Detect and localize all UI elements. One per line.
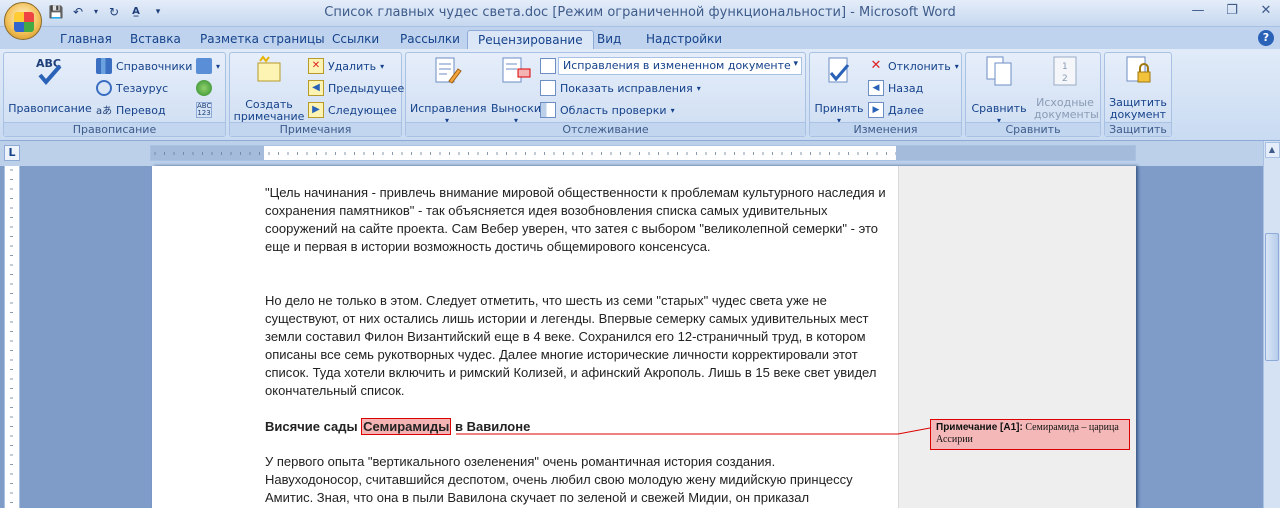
section-heading[interactable]: Висячие сады Семирамиды в Вавилоне <box>265 418 890 436</box>
horizontal-ruler[interactable] <box>150 145 1136 161</box>
thesaurus-button[interactable]: Тезаурус <box>96 79 168 97</box>
previous-comment-button[interactable]: ◀ Предыдущее <box>308 79 404 97</box>
window-controls: — ❐ ✕ <box>1188 2 1276 20</box>
abc-check-icon: ABC <box>36 57 62 86</box>
compare-icon <box>986 56 1012 86</box>
tab-selector[interactable]: L <box>4 145 20 161</box>
paragraph-1[interactable]: "Цель начинания - привлечь внимание миро… <box>265 184 890 256</box>
ribbon: ABC Правописание Справочники Тезаурус aあ… <box>0 49 1280 141</box>
word-count-icon: ABC 123 <box>196 102 212 118</box>
next-comment-button[interactable]: ▶ Следующее <box>308 101 397 119</box>
next-change-icon: ▶ <box>868 102 884 118</box>
paragraph-3[interactable]: У первого опыта "вертикального озеленени… <box>265 453 890 507</box>
close-icon[interactable]: ✕ <box>1256 2 1276 20</box>
reviewing-pane-icon <box>540 102 556 118</box>
vertical-ruler[interactable] <box>4 166 20 508</box>
vertical-ruler-ticks <box>10 169 13 503</box>
previous-change-button[interactable]: ◀ Назад <box>868 79 923 97</box>
svg-text:2: 2 <box>1062 74 1068 84</box>
next-comment-icon: ▶ <box>308 102 324 118</box>
comment-balloon[interactable]: Примечание [A1]: Семирамида – царица Асс… <box>930 419 1130 450</box>
next-change-button[interactable]: ▶ Далее <box>868 101 924 119</box>
delete-comment-button[interactable]: ✕ Удалить ▾ <box>308 57 384 75</box>
tab-page-layout[interactable]: Разметка страницы <box>190 30 335 49</box>
translate-tooltip-icon <box>196 58 212 74</box>
office-logo-icon <box>14 12 34 32</box>
references-button[interactable]: Справочники <box>96 57 192 75</box>
thesaurus-icon <box>96 80 112 96</box>
new-comment-button[interactable]: Создать примечание <box>232 55 306 123</box>
tab-home[interactable]: Главная <box>50 30 122 49</box>
source-documents-icon: 12 <box>1053 56 1077 86</box>
word-count-button[interactable]: ABC 123 <box>196 101 212 119</box>
show-markup-button[interactable]: Показать исправления ▾ <box>540 79 701 97</box>
window-title: Список главных чудес света.doc [Режим ог… <box>324 5 956 20</box>
balloons-icon <box>502 57 531 83</box>
group-protect: Защитить документ Защитить <box>1104 52 1172 137</box>
translate-button[interactable]: aあ Перевод <box>96 101 166 119</box>
reject-button[interactable]: ✕ Отклонить ▾ <box>868 57 959 75</box>
group-comments: Создать примечание ✕ Удалить ▾ ◀ Предыдущ… <box>229 52 404 137</box>
ribbon-tabs: Главная Вставка Разметка страницы Ссылки… <box>0 27 1280 49</box>
balloons-button[interactable]: Выноски ▾ <box>488 55 544 127</box>
scrollbar-thumb[interactable] <box>1265 233 1279 361</box>
minimize-icon[interactable]: — <box>1188 2 1208 20</box>
accept-icon <box>828 57 850 83</box>
group-compare: Сравнить ▾ 12 Исходные документы Сравнит… <box>965 52 1101 137</box>
document-area: "Цель начинания - привлечь внимание миро… <box>0 166 1263 508</box>
research-books-icon <box>96 58 112 74</box>
group-changes: Принять ▾ ✕ Отклонить ▾ ◀ Назад ▶ Далее И… <box>809 52 962 137</box>
title-bar: 💾 ↶ ▾ ↻ A̲ ▾ Список главных чудес света.… <box>0 0 1280 27</box>
previous-change-icon: ◀ <box>868 80 884 96</box>
accept-button[interactable]: Принять ▾ <box>812 55 866 127</box>
display-for-review-icon <box>540 58 556 74</box>
commented-text[interactable]: Семирамиды <box>361 418 452 435</box>
previous-comment-icon: ◀ <box>308 80 324 96</box>
display-for-review-icon-wrap <box>540 57 556 75</box>
tab-addins[interactable]: Надстройки <box>636 30 732 49</box>
scroll-up-icon[interactable]: ▲ <box>1264 142 1280 158</box>
track-changes-icon <box>435 57 462 84</box>
translate-icon: aあ <box>96 106 113 117</box>
chevron-down-icon: ▾ <box>793 59 798 69</box>
tab-review[interactable]: Рецензирование <box>467 30 594 49</box>
show-markup-icon <box>540 80 556 96</box>
vertical-scrollbar[interactable]: ▲ <box>1263 141 1280 508</box>
svg-text:1: 1 <box>1062 62 1068 72</box>
group-spelling: ABC Правописание Справочники Тезаурус aあ… <box>3 52 226 137</box>
maximize-icon[interactable]: ❐ <box>1222 2 1242 20</box>
reviewing-pane-button[interactable]: Область проверки ▾ <box>540 101 675 119</box>
ruler-row: L <box>0 141 1280 166</box>
protect-document-button[interactable]: Защитить документ <box>1107 55 1169 121</box>
spelling-button[interactable]: ABC Правописание <box>8 55 92 115</box>
translate-tooltip-button[interactable]: ▾ <box>196 57 220 75</box>
track-changes-button[interactable]: Исправления ▾ <box>410 55 486 127</box>
lock-icon <box>1126 56 1151 83</box>
tab-insert[interactable]: Вставка <box>120 30 191 49</box>
office-button[interactable] <box>4 2 42 40</box>
display-for-review-dropdown[interactable]: Исправления в измененном документе ▾ <box>558 57 802 75</box>
tab-view[interactable]: Вид <box>587 30 631 49</box>
help-icon[interactable]: ? <box>1258 30 1274 46</box>
new-comment-icon <box>257 55 281 82</box>
tab-mailings[interactable]: Рассылки <box>390 30 470 49</box>
reject-icon: ✕ <box>870 58 882 73</box>
compare-button[interactable]: Сравнить ▾ <box>968 55 1030 127</box>
markup-area <box>898 166 1136 508</box>
group-tracking: Исправления ▾ Выноски ▾ Исправления в из… <box>405 52 806 137</box>
paragraph-2[interactable]: Но дело не только в этом. Следует отмети… <box>265 292 890 400</box>
tab-references[interactable]: Ссылки <box>322 30 389 49</box>
delete-comment-icon: ✕ <box>308 58 324 74</box>
language-globe-icon <box>196 80 212 96</box>
set-language-button[interactable] <box>196 79 212 97</box>
source-documents-button[interactable]: 12 Исходные документы <box>1032 55 1099 121</box>
